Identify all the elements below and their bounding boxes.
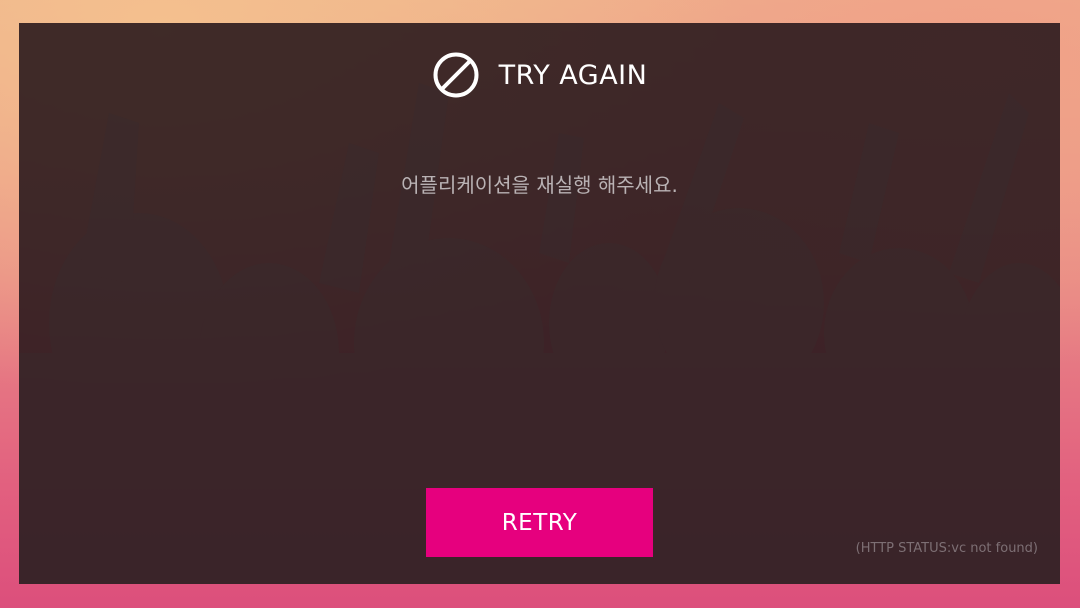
screen: TRY AGAIN 어플리케이션을 재실행 해주세요. RETRY (HTTP … bbox=[0, 0, 1080, 608]
ban-icon bbox=[433, 52, 479, 98]
title-row: TRY AGAIN bbox=[19, 51, 1060, 99]
dialog-title: TRY AGAIN bbox=[498, 59, 648, 91]
retry-button[interactable]: RETRY bbox=[426, 488, 653, 557]
http-status-text: (HTTP STATUS:vc not found) bbox=[855, 541, 1038, 556]
error-message: 어플리케이션을 재실행 해주세요. bbox=[401, 173, 678, 197]
error-panel: TRY AGAIN 어플리케이션을 재실행 해주세요. RETRY (HTTP … bbox=[19, 23, 1060, 584]
